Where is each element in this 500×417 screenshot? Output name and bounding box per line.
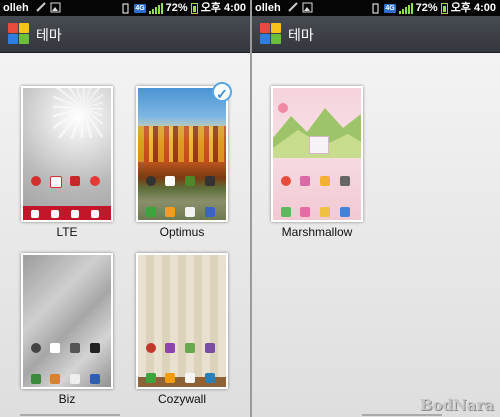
sunburst-graphic xyxy=(53,88,103,138)
dock-app-icon xyxy=(50,374,60,384)
dock-app-icon xyxy=(70,374,80,384)
theme-item-lte[interactable]: LTE xyxy=(21,86,113,246)
dock-app-icon xyxy=(185,207,195,217)
app-icon xyxy=(146,343,156,353)
app-icon xyxy=(70,343,80,353)
theme-grid: LTE ✓ Optimus Biz Cozywall xyxy=(0,53,250,417)
image-icon xyxy=(50,2,61,13)
theme-item-optimus[interactable]: ✓ Optimus xyxy=(136,82,232,246)
title-bar: 테마 xyxy=(0,16,250,53)
app-icon xyxy=(205,176,215,186)
vibrate-icon xyxy=(372,3,379,13)
network-badge: 4G xyxy=(134,3,146,13)
notification-icon xyxy=(288,2,298,12)
dock-app-icon xyxy=(300,207,310,217)
watermark-logo: BodNara xyxy=(419,396,494,414)
lte-thumbnail[interactable] xyxy=(21,86,113,222)
theme-screen-left: olleh 4G 72% 오후 4:00 테마 LTE ✓ Optimus Bi… xyxy=(0,0,250,417)
theme-label-marshmallow: Marshmallow xyxy=(281,225,353,239)
dock-app-icon xyxy=(31,210,39,218)
clock: 오후 4:00 xyxy=(200,2,246,14)
dock-app-icon xyxy=(51,210,59,218)
app-icon xyxy=(185,176,195,186)
page-title: 테마 xyxy=(36,27,62,43)
app-icon xyxy=(70,176,80,186)
app-icon xyxy=(340,176,350,186)
battery-icon xyxy=(190,2,198,14)
page-indicator xyxy=(362,414,442,416)
app-icon xyxy=(90,176,100,186)
page-title: 테마 xyxy=(288,27,314,43)
dock-app-icon xyxy=(281,207,291,217)
dock-app-icon xyxy=(91,210,99,218)
theme-screen-right: olleh 4G 72% 오후 4:00 테마 Marshmallow BodN… xyxy=(252,0,500,417)
carrier-label: olleh xyxy=(255,2,281,14)
battery-icon xyxy=(440,2,448,14)
theme-grid: Marshmallow xyxy=(252,53,500,417)
dock-app-icon xyxy=(340,207,350,217)
app-icon xyxy=(205,343,215,353)
battery-percent: 72% xyxy=(165,2,188,14)
dock-app-icon xyxy=(205,373,215,383)
signal-icon xyxy=(148,2,163,14)
theme-item-biz[interactable]: Biz xyxy=(21,253,113,413)
dock-app-icon xyxy=(146,373,156,383)
dock-app-icon xyxy=(71,210,79,218)
app-icon xyxy=(165,343,175,353)
app-icon xyxy=(281,176,291,186)
dock-app-icon xyxy=(205,207,215,217)
biz-thumbnail[interactable] xyxy=(21,253,113,389)
app-icon xyxy=(146,176,156,186)
theme-app-icon xyxy=(8,23,30,45)
theme-item-marshmallow[interactable]: Marshmallow xyxy=(271,86,363,246)
theme-label-optimus: Optimus xyxy=(159,225,205,239)
theme-label-lte: LTE xyxy=(56,225,78,239)
app-icon xyxy=(90,343,100,353)
marshmallow-thumbnail[interactable] xyxy=(271,86,363,222)
signal-icon xyxy=(398,2,413,14)
selected-check-icon: ✓ xyxy=(212,82,232,102)
app-icon xyxy=(165,176,175,186)
vibrate-icon xyxy=(122,3,129,13)
status-bar: olleh 4G 72% 오후 4:00 xyxy=(0,0,250,16)
status-bar: olleh 4G 72% 오후 4:00 xyxy=(252,0,500,16)
dock-app-icon xyxy=(165,207,175,217)
app-icon xyxy=(50,343,60,353)
cozywall-thumbnail[interactable] xyxy=(136,253,228,389)
dock-app-icon xyxy=(146,207,156,217)
dock-app-icon xyxy=(31,374,41,384)
battery-percent: 72% xyxy=(415,2,438,14)
app-icon xyxy=(31,176,41,186)
image-icon xyxy=(302,2,313,13)
optimus-thumbnail[interactable] xyxy=(136,86,228,222)
app-icon xyxy=(31,343,41,353)
forest-trees xyxy=(138,126,226,162)
theme-app-icon xyxy=(260,23,282,45)
title-bar: 테마 xyxy=(252,16,500,53)
app-icon xyxy=(320,176,330,186)
dock-app-icon xyxy=(320,207,330,217)
carrier-label: olleh xyxy=(3,2,29,14)
gift-box-graphic xyxy=(309,136,329,154)
dock-app-icon xyxy=(165,373,175,383)
clock: 오후 4:00 xyxy=(450,2,496,14)
dock-app-icon xyxy=(185,373,195,383)
network-badge: 4G xyxy=(384,3,396,13)
app-icon xyxy=(185,343,195,353)
app-icon xyxy=(50,176,62,188)
page-indicator xyxy=(20,414,120,416)
notification-icon xyxy=(36,2,46,12)
theme-label-biz: Biz xyxy=(58,392,76,406)
app-icon xyxy=(300,176,310,186)
theme-item-cozywall[interactable]: Cozywall xyxy=(136,253,228,413)
theme-label-cozywall: Cozywall xyxy=(157,392,206,406)
dock-app-icon xyxy=(90,374,100,384)
